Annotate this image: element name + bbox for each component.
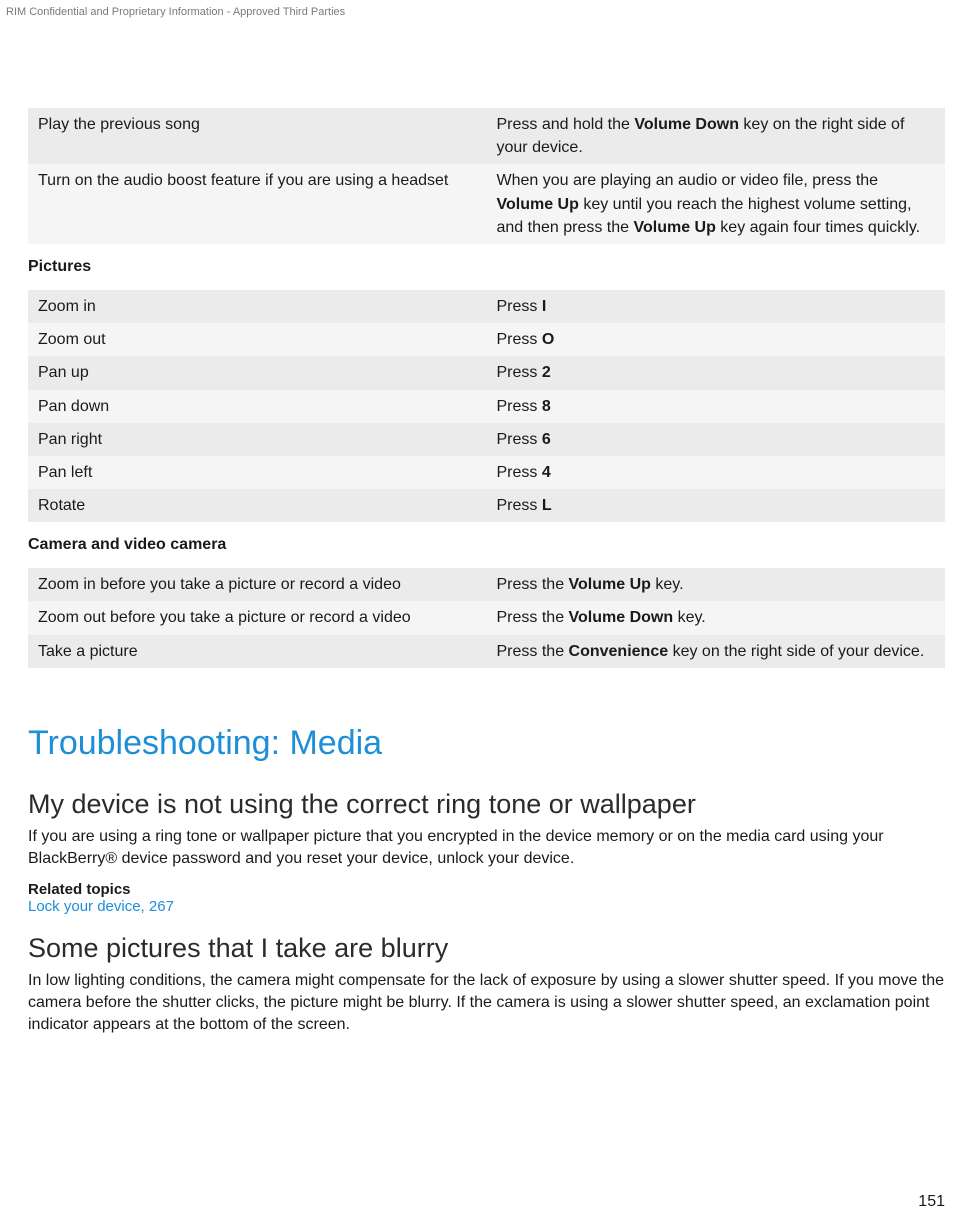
- action-cell: Rotate: [28, 489, 487, 522]
- instruction-cell: Press 8: [487, 390, 946, 423]
- table-row: Zoom out before you take a picture or re…: [28, 601, 945, 634]
- action-cell: Take a picture: [28, 635, 487, 668]
- instruction-cell: Press and hold the Volume Down key on th…: [487, 108, 946, 164]
- text: Press: [497, 298, 542, 315]
- instruction-cell: Press the Volume Down key.: [487, 601, 946, 634]
- key-name: 8: [542, 398, 551, 415]
- key-name: Volume Down: [634, 116, 739, 133]
- table-row: Pan downPress 8: [28, 390, 945, 423]
- action-cell: Pan left: [28, 456, 487, 489]
- text: key.: [673, 609, 706, 626]
- text: Press: [497, 364, 542, 381]
- key-name: Volume Up: [497, 196, 579, 213]
- text: Press the: [497, 576, 569, 593]
- instruction-cell: Press the Convenience key on the right s…: [487, 635, 946, 668]
- pictures-heading: Pictures: [28, 258, 945, 276]
- instruction-cell: When you are playing an audio or video f…: [487, 164, 946, 244]
- text: Press the: [497, 643, 569, 660]
- topic-heading: My device is not using the correct ring …: [28, 789, 945, 820]
- key-name: L: [542, 497, 552, 514]
- key-name: Volume Up: [633, 219, 715, 236]
- related-topics-label: Related topics: [28, 881, 945, 898]
- instruction-cell: Press I: [487, 290, 946, 323]
- text: key on the right side of your device.: [668, 643, 924, 660]
- section-heading: Troubleshooting: Media: [28, 724, 945, 763]
- action-cell: Zoom out before you take a picture or re…: [28, 601, 487, 634]
- topic-heading: Some pictures that I take are blurry: [28, 933, 945, 964]
- camera-heading: Camera and video camera: [28, 536, 945, 554]
- table-row: RotatePress L: [28, 489, 945, 522]
- related-topic-link[interactable]: Lock your device, 267: [28, 898, 945, 915]
- text: Press: [497, 398, 542, 415]
- instruction-cell: Press 2: [487, 356, 946, 389]
- table-row: Pan upPress 2: [28, 356, 945, 389]
- table-row: Zoom in before you take a picture or rec…: [28, 568, 945, 601]
- key-name: O: [542, 331, 554, 348]
- table-row: Pan leftPress 4: [28, 456, 945, 489]
- text: Press and hold the: [497, 116, 635, 133]
- action-cell: Play the previous song: [28, 108, 487, 164]
- pictures-shortcuts-table: Zoom inPress I Zoom outPress O Pan upPre…: [28, 290, 945, 522]
- text: Press: [497, 431, 542, 448]
- action-cell: Zoom out: [28, 323, 487, 356]
- text: key.: [651, 576, 684, 593]
- table-row: Pan rightPress 6: [28, 423, 945, 456]
- table-row: Zoom inPress I: [28, 290, 945, 323]
- instruction-cell: Press O: [487, 323, 946, 356]
- audio-shortcuts-table: Play the previous song Press and hold th…: [28, 108, 945, 244]
- action-cell: Zoom in: [28, 290, 487, 323]
- text: Press: [497, 464, 542, 481]
- document-page: RIM Confidential and Proprietary Informa…: [0, 0, 973, 1227]
- key-name: 6: [542, 431, 551, 448]
- key-name: I: [542, 298, 546, 315]
- topic-body: If you are using a ring tone or wallpape…: [28, 826, 945, 871]
- key-name: 2: [542, 364, 551, 381]
- text: key again four times quickly.: [716, 219, 920, 236]
- action-cell: Pan right: [28, 423, 487, 456]
- key-name: Volume Up: [569, 576, 651, 593]
- table-row: Play the previous song Press and hold th…: [28, 108, 945, 164]
- instruction-cell: Press L: [487, 489, 946, 522]
- action-cell: Pan down: [28, 390, 487, 423]
- instruction-cell: Press the Volume Up key.: [487, 568, 946, 601]
- camera-shortcuts-table: Zoom in before you take a picture or rec…: [28, 568, 945, 668]
- key-name: Volume Down: [569, 609, 674, 626]
- table-row: Turn on the audio boost feature if you a…: [28, 164, 945, 244]
- text: Press: [497, 497, 542, 514]
- action-cell: Turn on the audio boost feature if you a…: [28, 164, 487, 244]
- key-name: Convenience: [569, 643, 669, 660]
- text: Press the: [497, 609, 569, 626]
- page-number: 151: [918, 1193, 945, 1211]
- key-name: 4: [542, 464, 551, 481]
- topic-body: In low lighting conditions, the camera m…: [28, 970, 945, 1037]
- instruction-cell: Press 6: [487, 423, 946, 456]
- table-row: Take a picturePress the Convenience key …: [28, 635, 945, 668]
- action-cell: Zoom in before you take a picture or rec…: [28, 568, 487, 601]
- action-cell: Pan up: [28, 356, 487, 389]
- confidentiality-header: RIM Confidential and Proprietary Informa…: [6, 6, 345, 18]
- instruction-cell: Press 4: [487, 456, 946, 489]
- table-row: Zoom outPress O: [28, 323, 945, 356]
- text: Press: [497, 331, 542, 348]
- page-content: Play the previous song Press and hold th…: [28, 0, 945, 1037]
- text: When you are playing an audio or video f…: [497, 172, 879, 189]
